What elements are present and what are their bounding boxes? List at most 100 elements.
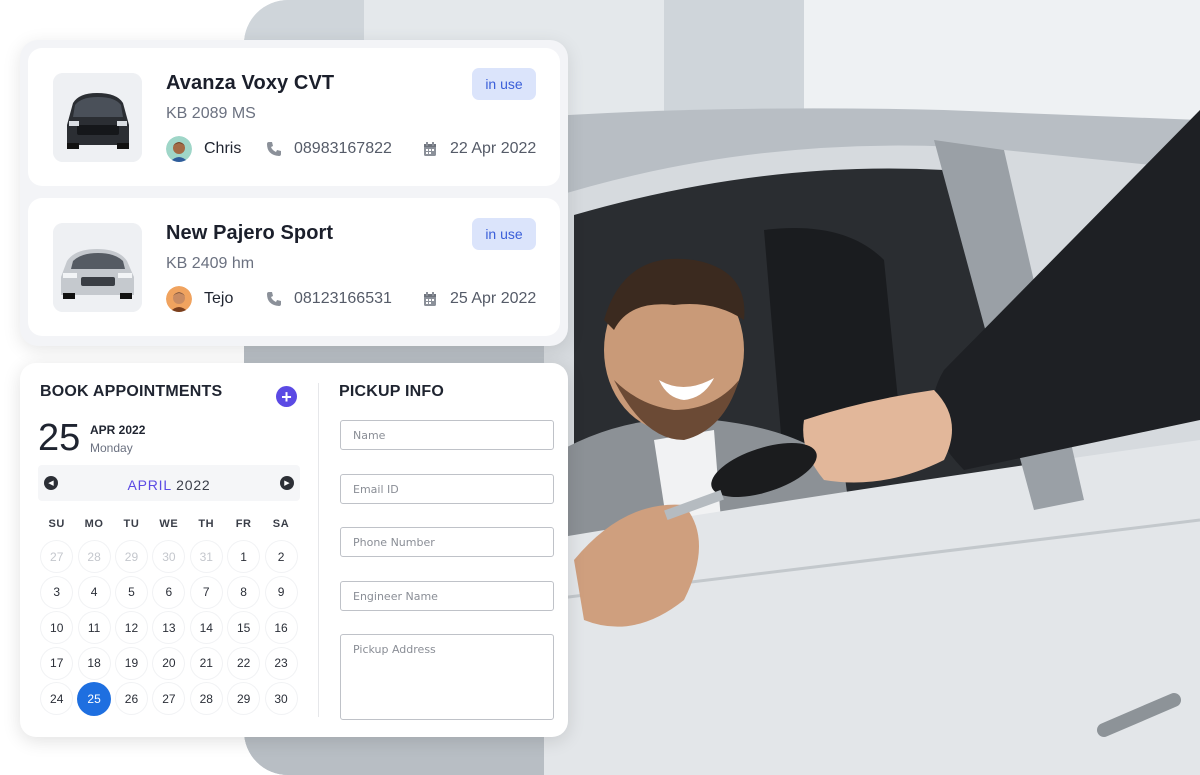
weekday-label: TH (198, 518, 215, 530)
calendar-day-number: 23 (274, 656, 288, 671)
calendar-day[interactable]: 22 (225, 646, 262, 682)
calendar-day[interactable]: 4 (75, 575, 112, 611)
calendar-day[interactable]: 20 (150, 646, 187, 682)
calendar-day[interactable]: 24 (38, 681, 75, 717)
calendar-weekdays: SU MO TU WE TH FR SA (38, 518, 300, 530)
calendar-day[interactable]: 26 (113, 681, 150, 717)
add-appointment-button[interactable]: + (276, 386, 297, 407)
driver-name: Tejo (204, 290, 234, 307)
calendar-day[interactable]: 19 (113, 646, 150, 682)
weekday-label: SA (272, 518, 290, 530)
vehicle-card[interactable]: Avanza Voxy CVT KB 2089 MS in use Chris … (28, 48, 560, 186)
calendar-day[interactable]: 31 (188, 539, 225, 575)
calendar-day[interactable]: 10 (38, 610, 75, 646)
calendar-day[interactable]: 17 (38, 646, 75, 682)
pickup-address-field[interactable] (340, 634, 554, 720)
vehicle-meta: Chris 08983167822 22 Apr 2022 (166, 136, 536, 162)
phone-number-field[interactable] (340, 527, 554, 557)
email-field[interactable] (340, 474, 554, 504)
calendar-day[interactable]: 12 (113, 610, 150, 646)
vehicle-name: Avanza Voxy CVT (166, 72, 335, 94)
weekday-label: MO (84, 518, 104, 530)
calendar-day-number: 12 (124, 620, 139, 635)
calendar-day[interactable]: 5 (113, 575, 150, 611)
selected-month-year: APR 2022 (90, 423, 146, 437)
booking-panel: BOOK APPOINTMENTS + 25 APR 2022 Monday ◀… (20, 363, 568, 737)
calendar-day-number: 25 (87, 691, 101, 706)
calendar-day[interactable]: 3 (38, 575, 75, 611)
calendar-day[interactable]: 29 (113, 539, 150, 575)
calendar-day[interactable]: 13 (150, 610, 187, 646)
phone-icon (266, 141, 282, 157)
calendar-day[interactable]: 16 (262, 610, 299, 646)
calendar-day-number: 17 (50, 656, 64, 671)
calendar-day[interactable]: 11 (75, 610, 112, 646)
calendar-day[interactable]: 27 (38, 539, 75, 575)
chevron-right-icon: ▶ (284, 480, 290, 487)
calendar-day[interactable]: 8 (225, 575, 262, 611)
pickup-info-title: PICKUP INFO (339, 383, 445, 400)
calendar-days: 27 28 29 30 31 1 2 3 4 5 6 7 8 9 10 11 12 13 14 15 16 17 18 19 2… (38, 539, 300, 717)
calendar-day-number: 30 (274, 691, 288, 706)
calendar-day[interactable]: 30 (150, 539, 187, 575)
calendar-day[interactable]: 21 (188, 646, 225, 682)
calendar-day[interactable]: 2 (262, 539, 299, 575)
calendar-day[interactable]: 9 (262, 575, 299, 611)
calendar-day-number: 11 (87, 620, 101, 635)
avatar (166, 286, 192, 312)
calendar-icon (422, 141, 438, 157)
calendar-day-number: 28 (87, 549, 101, 564)
calendar-day[interactable]: 27 (150, 681, 187, 717)
calendar-day[interactable]: 6 (150, 575, 187, 611)
book-appointments-title: BOOK APPOINTMENTS (40, 383, 223, 400)
name-field[interactable] (340, 420, 554, 450)
calendar-day-number: 13 (162, 620, 176, 635)
car-thumbnail (53, 73, 142, 162)
calendar-day[interactable]: 29 (225, 681, 262, 717)
calendar-day-selected[interactable]: 25 (75, 681, 112, 717)
avatar (166, 136, 192, 162)
calendar-day[interactable]: 1 (225, 539, 262, 575)
calendar-day[interactable]: 30 (262, 681, 299, 717)
calendar-day-number: 16 (274, 620, 288, 635)
vehicle-meta: Tejo 08123166531 25 Apr 2022 (166, 286, 536, 312)
vehicle-card[interactable]: New Pajero Sport KB 2409 hm in use Tejo … (28, 198, 560, 336)
calendar-day-number: 18 (87, 656, 101, 671)
calendar-day-number: 7 (202, 585, 210, 600)
calendar-day[interactable]: 15 (225, 610, 262, 646)
vehicle-name: New Pajero Sport (166, 222, 334, 244)
calendar-day-number: 28 (199, 691, 213, 706)
calendar-day-number: 9 (277, 585, 285, 600)
weekday-label: SU (48, 518, 65, 530)
calendar-day[interactable]: 18 (75, 646, 112, 682)
calendar-day-number: 24 (50, 691, 64, 706)
engineer-name-field[interactable] (340, 581, 554, 611)
calendar-day-number: 19 (124, 656, 139, 671)
weekday-label: TU (123, 518, 140, 530)
calendar-day[interactable]: 28 (188, 681, 225, 717)
calendar-day-number: 4 (90, 585, 98, 600)
booking-date: 25 Apr 2022 (450, 290, 537, 307)
calendar-day-number: 27 (162, 691, 176, 706)
calendar-day-number: 8 (240, 585, 247, 600)
calendar-day[interactable]: 23 (262, 646, 299, 682)
calendar-day[interactable]: 7 (188, 575, 225, 611)
weekday-label: FR (235, 518, 252, 530)
calendar-day-number: 2 (277, 549, 285, 564)
next-month-button[interactable]: ▶ (280, 476, 294, 490)
car-thumbnail (53, 223, 142, 312)
calendar-day[interactable]: 28 (75, 539, 112, 575)
calendar-day-number: 30 (162, 549, 176, 564)
weekday-label: WE (159, 518, 179, 530)
calendar-day-number: 1 (240, 549, 247, 564)
plus-circle-icon: + (281, 386, 292, 407)
status-badge: in use (472, 68, 536, 100)
calendar-icon (422, 291, 438, 307)
phone-icon (266, 291, 282, 307)
calendar-day-number: 20 (162, 656, 176, 671)
calendar-month-title: APRIL 2022 (38, 477, 300, 493)
calendar-header: ◀ APRIL 2022 ▶ (38, 465, 300, 501)
calendar-day-number: 5 (128, 585, 135, 600)
calendar-day[interactable]: 14 (188, 610, 225, 646)
calendar-day-number: 31 (199, 549, 213, 564)
